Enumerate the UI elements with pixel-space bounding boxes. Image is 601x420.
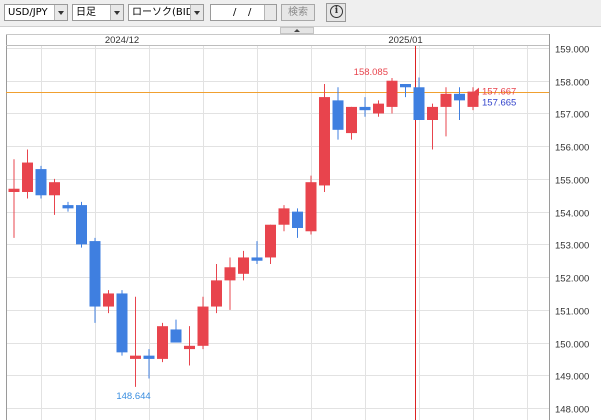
currency-pair-value: USD/JPY xyxy=(8,7,48,18)
candle-up xyxy=(346,106,357,134)
candle-up xyxy=(305,182,317,232)
search-button[interactable]: 検索 xyxy=(281,4,315,21)
chevron-down-icon[interactable] xyxy=(54,5,67,20)
candle-down xyxy=(413,87,425,120)
candle-up xyxy=(157,326,168,359)
candle-down xyxy=(292,211,303,228)
candle-down xyxy=(400,84,411,88)
date-tick-label: 2025/01 xyxy=(388,35,422,46)
date-input[interactable]: / / xyxy=(210,4,277,21)
candle-up xyxy=(238,257,249,274)
candle-down xyxy=(359,106,371,111)
ask-price-label: 157.665 xyxy=(482,98,516,109)
price-tick-label: 159.000 xyxy=(555,45,589,56)
period-value: 日足 xyxy=(76,7,96,18)
price-tick-label: 157.000 xyxy=(555,110,589,121)
collapse-toolbar-toggle[interactable] xyxy=(280,27,314,34)
candle-down xyxy=(170,329,182,343)
candle-up xyxy=(197,306,209,346)
info-icon: i xyxy=(330,5,343,18)
candle-down xyxy=(454,93,465,101)
candle-up xyxy=(467,91,479,107)
price-tick-label: 156.000 xyxy=(555,143,589,154)
candle-down xyxy=(332,100,344,130)
chevron-down-icon[interactable] xyxy=(190,5,203,20)
candle-down xyxy=(89,241,101,307)
price-tick-label: 151.000 xyxy=(555,307,589,318)
candle-up xyxy=(8,188,20,192)
currency-pair-select[interactable]: USD/JPY xyxy=(4,4,68,21)
price-tick-label: 154.000 xyxy=(555,209,589,220)
candle-down xyxy=(143,355,155,359)
info-button[interactable]: i xyxy=(326,3,346,22)
price-axis: 148.000 149.000 150.000 151.000 152.000 153.0… xyxy=(555,45,589,416)
candle-up xyxy=(386,80,398,107)
price-tick-label: 158.000 xyxy=(555,78,589,89)
price-tick-label: 148.000 xyxy=(555,405,589,416)
price-tick-label: 150.000 xyxy=(555,340,589,351)
price-tick-label: 149.000 xyxy=(555,372,589,383)
price-tick-label: 152.000 xyxy=(555,274,589,285)
high-price-label: 158.085 xyxy=(354,67,388,78)
candle-up xyxy=(130,355,141,359)
bid-price-label: 157.667 xyxy=(482,87,516,98)
candle-up xyxy=(22,162,33,192)
low-price-label: 148.644 xyxy=(116,391,150,402)
candle-up xyxy=(278,208,290,225)
chart-type-select[interactable]: ローソク(BID) xyxy=(128,4,204,21)
candle-up xyxy=(427,106,438,120)
period-select[interactable]: 日足 xyxy=(72,4,124,21)
chart-type-value: ローソク(BID) xyxy=(132,7,198,18)
date-separator-2: / xyxy=(248,7,252,18)
candle-up xyxy=(265,224,276,258)
candle-down xyxy=(62,205,74,209)
candle-up xyxy=(184,345,195,350)
calendar-dropdown-icon[interactable] xyxy=(264,5,276,20)
candle-up xyxy=(373,103,384,114)
price-tick-label: 153.000 xyxy=(555,241,589,252)
candle-down xyxy=(116,293,128,353)
price-tick-label: 155.000 xyxy=(555,176,589,187)
date-separator-1: / xyxy=(233,7,237,18)
candle-down xyxy=(35,169,47,196)
chart-toolbar: USD/JPY 日足 ローソク(BID) / / 検索 i xyxy=(0,0,601,27)
candle-up xyxy=(319,97,330,186)
candle-up xyxy=(103,293,114,307)
chevron-down-icon[interactable] xyxy=(110,5,123,20)
candlestick-chart[interactable]: 2024/12 2025/01 148.000 149.000 150.000 151.… xyxy=(0,34,601,420)
candle-down xyxy=(251,257,263,261)
candle-up xyxy=(211,280,222,307)
candle-up xyxy=(49,182,60,196)
candle-up xyxy=(440,93,452,107)
date-tick-label: 2024/12 xyxy=(105,35,139,46)
candle-up xyxy=(224,267,236,281)
candle-down xyxy=(76,205,87,245)
